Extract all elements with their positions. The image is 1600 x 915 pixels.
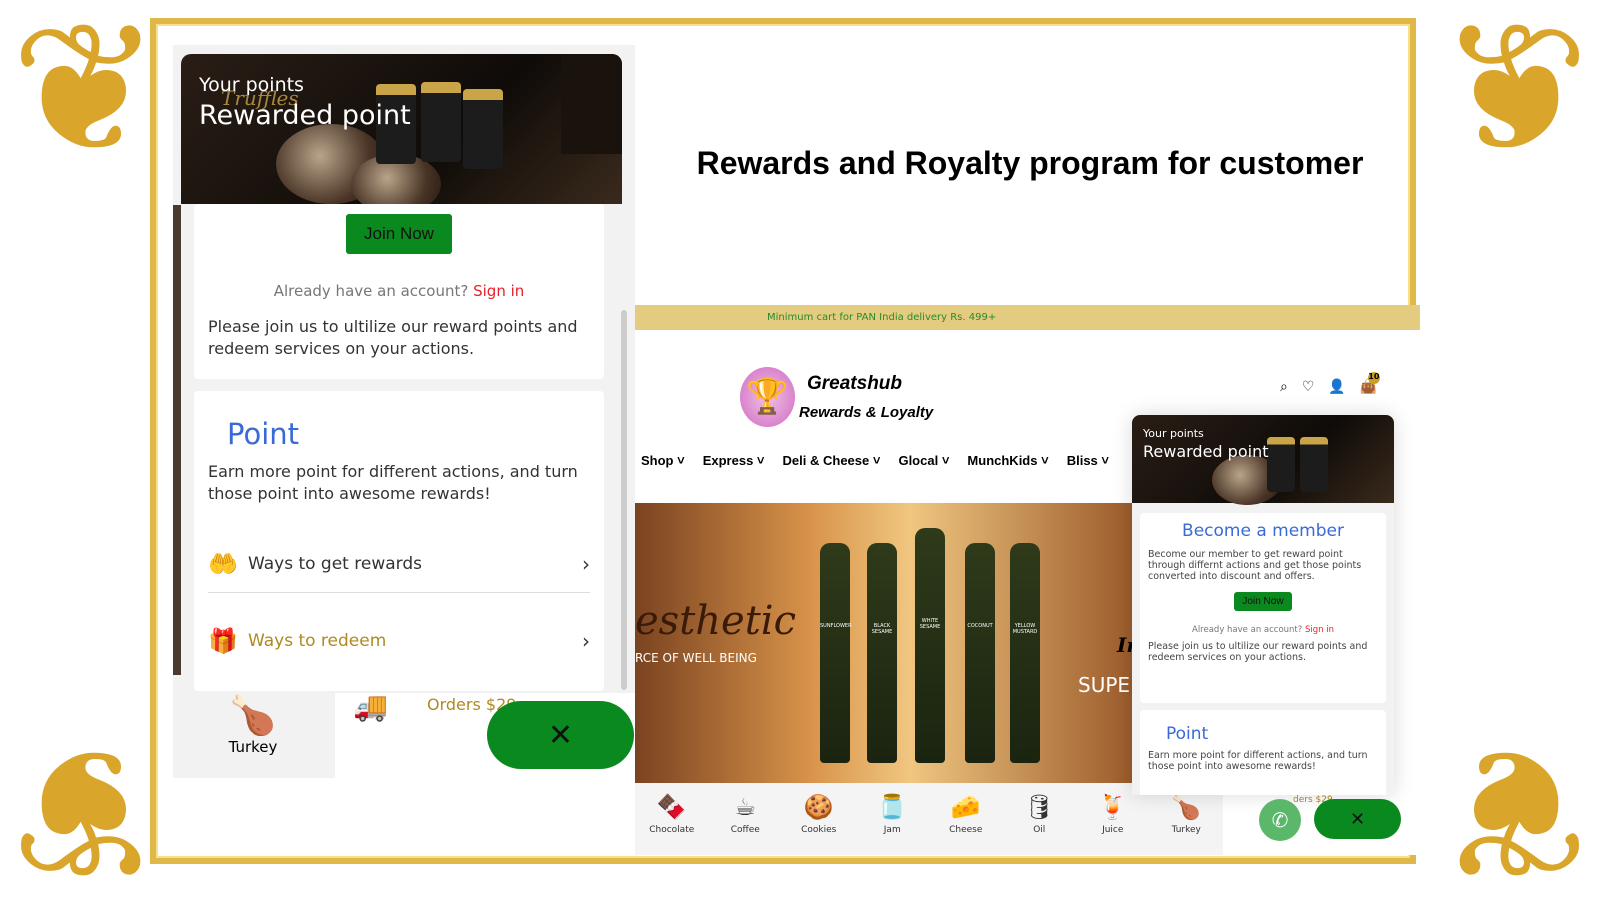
oil-bottle: WHITE SESAME bbox=[915, 528, 945, 763]
chocolate-icon: 🍫 bbox=[656, 793, 687, 821]
close-icon: ✕ bbox=[1349, 808, 1366, 830]
website-preview: Minimum cart for PAN India delivery Rs. … bbox=[635, 305, 1420, 855]
turkey-icon: 🍗 bbox=[229, 693, 277, 737]
chevron-right-icon: › bbox=[582, 629, 590, 653]
already-account-text: Already have an account? bbox=[273, 282, 469, 300]
category-juice[interactable]: 🍹 Juice bbox=[1078, 793, 1148, 855]
category-coffee[interactable]: ☕ Coffee bbox=[710, 793, 780, 855]
point-title: Point bbox=[227, 417, 300, 451]
rewards-panel: Truffles Your points Rewarded point Join… bbox=[173, 45, 635, 778]
close-icon: ✕ bbox=[547, 717, 574, 753]
member-description: Become our member to get reward point th… bbox=[1148, 549, 1362, 582]
nav-deli-cheese[interactable]: Deli & Cheese ˅ bbox=[783, 453, 881, 468]
nav-munchkids[interactable]: MunchKids ˅ bbox=[967, 453, 1048, 468]
brand-name: Greatshub bbox=[807, 373, 903, 394]
jam-icon: 🫙 bbox=[877, 793, 908, 821]
point-description: Earn more point for different actions, a… bbox=[1148, 750, 1368, 772]
category-cheese[interactable]: 🧀 Cheese bbox=[931, 793, 1001, 855]
join-description: Please join us to ultilize our reward po… bbox=[1148, 641, 1368, 663]
close-panel-button[interactable]: ✕ bbox=[487, 701, 634, 769]
ornament-icon: ❦ bbox=[1439, 0, 1590, 194]
sign-in-link[interactable]: Sign in bbox=[473, 282, 524, 300]
whatsapp-icon: ✆ bbox=[1271, 808, 1289, 832]
cart-count: 10 bbox=[1367, 372, 1380, 384]
rewards-popup: Your points Rewarded point Become a memb… bbox=[1132, 415, 1394, 795]
page-title: Rewards and Royalty program for customer bbox=[696, 145, 1364, 181]
cookie-icon: 🍪 bbox=[803, 793, 834, 821]
ornament-icon: ❦ bbox=[1439, 706, 1590, 915]
juice-icon: 🍹 bbox=[1097, 793, 1128, 821]
brand-subtitle: Rewards & Loyalty bbox=[799, 404, 934, 421]
ways-to-get-rewards[interactable]: 🤲 Ways to get rewards › bbox=[208, 535, 590, 593]
oil-bottle: BLACK SESAME bbox=[867, 543, 897, 763]
nav-express[interactable]: Express ˅ bbox=[703, 453, 765, 468]
join-description: Please join us to ultilize our reward po… bbox=[208, 317, 578, 358]
sign-in-link[interactable]: Sign in bbox=[1305, 625, 1334, 635]
oil-bottle: SUNFLOWER bbox=[820, 543, 852, 763]
scrollbar[interactable] bbox=[621, 310, 627, 690]
category-turkey[interactable]: 🍗 Turkey bbox=[173, 693, 333, 778]
nav-glocal[interactable]: Glocal ˅ bbox=[898, 453, 949, 468]
point-description: Earn more point for different actions, a… bbox=[208, 462, 578, 503]
user-icon[interactable]: 👤 bbox=[1328, 379, 1345, 395]
hand-reward-icon: 🤲 bbox=[208, 549, 238, 578]
category-oil[interactable]: 🛢 Oil bbox=[1004, 793, 1074, 855]
become-member-title: Become a member bbox=[1182, 521, 1344, 541]
nav-bliss[interactable]: Bliss ˅ bbox=[1067, 453, 1109, 468]
ways-to-redeem[interactable]: 🎁 Ways to redeem › bbox=[208, 621, 590, 661]
join-now-button[interactable]: Join Now bbox=[1234, 592, 1292, 611]
banner-right-text-2: SUPE bbox=[1078, 673, 1131, 697]
category-chocolate[interactable]: 🍫 Chocolate bbox=[637, 793, 707, 855]
nav-shop[interactable]: Shop ˅ bbox=[641, 453, 685, 468]
ornament-icon: ❦ bbox=[10, 0, 161, 194]
oil-icon: 🛢 bbox=[1024, 793, 1055, 821]
panel-hero: Truffles Your points Rewarded point bbox=[181, 54, 622, 204]
join-now-button[interactable]: Join Now bbox=[346, 214, 452, 254]
category-turkey[interactable]: 🍗 Turkey bbox=[1151, 793, 1221, 855]
category-cookies[interactable]: 🍪 Cookies bbox=[784, 793, 854, 855]
delivery-strip: Minimum cart for PAN India delivery Rs. … bbox=[635, 305, 1420, 330]
chevron-right-icon: › bbox=[582, 551, 590, 576]
search-icon[interactable]: ⌕ bbox=[1280, 379, 1288, 395]
delivery-icon: 🚚 bbox=[353, 690, 388, 723]
already-account-text: Already have an account? bbox=[1192, 625, 1303, 635]
whatsapp-button[interactable]: ✆ bbox=[1259, 799, 1301, 841]
rewarded-point-label: Rewarded point bbox=[199, 100, 411, 131]
cheese-icon: 🧀 bbox=[950, 793, 981, 821]
oil-bottle: YELLOW MUSTARD bbox=[1010, 543, 1040, 763]
popup-hero: Your points Rewarded point bbox=[1132, 415, 1394, 505]
close-popup-button[interactable]: ✕ bbox=[1314, 799, 1401, 839]
category-jam[interactable]: 🫙 Jam bbox=[857, 793, 927, 855]
heart-icon[interactable]: ♡ bbox=[1302, 379, 1315, 395]
cart-icon[interactable]: 👜 10 bbox=[1360, 372, 1380, 395]
trophy-logo-icon: 🏆 bbox=[740, 367, 795, 427]
ornament-icon: ❦ bbox=[10, 706, 161, 915]
gift-icon: 🎁 bbox=[208, 627, 238, 655]
coffee-icon: ☕ bbox=[734, 793, 756, 821]
point-title: Point bbox=[1166, 724, 1209, 744]
main-nav: Shop ˅ Express ˅ Deli & Cheese ˅ Glocal … bbox=[641, 453, 1109, 468]
banner-tagline: RCE OF WELL BEING bbox=[635, 651, 757, 665]
oil-bottle: COCONUT bbox=[965, 543, 995, 763]
turkey-icon: 🍗 bbox=[1171, 793, 1202, 821]
your-points-label: Your points bbox=[199, 74, 304, 96]
banner-script: esthetic bbox=[635, 598, 796, 644]
hero-banner[interactable]: esthetic RCE OF WELL BEING In SUPE SUNFL… bbox=[635, 503, 1141, 783]
